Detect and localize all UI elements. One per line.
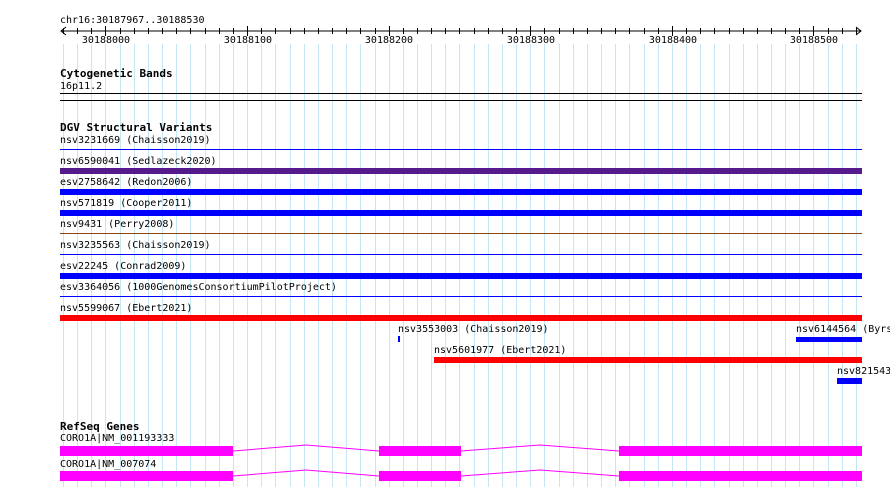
variant-label[interactable]: esv2758642 (Redon2006) <box>60 177 192 188</box>
variant-label[interactable]: nsv9431 (Perry2008) <box>60 219 174 230</box>
variant-label[interactable]: esv22245 (Conrad2009) <box>60 261 186 272</box>
variant-feature[interactable] <box>60 189 862 195</box>
variant-label[interactable]: nsv821543 <box>837 366 890 377</box>
variant-feature[interactable] <box>837 378 862 384</box>
transcript-model[interactable] <box>0 469 890 483</box>
tick-label: 30188200 <box>364 35 414 46</box>
variant-feature[interactable] <box>398 336 400 342</box>
cytoband-top-line <box>60 93 862 94</box>
variant-feature[interactable] <box>60 296 862 297</box>
variant-feature[interactable] <box>60 233 862 234</box>
variant-label[interactable]: nsv3235563 (Chaisson2019) <box>60 240 211 251</box>
variant-label[interactable]: nsv571819 (Cooper2011) <box>60 198 192 209</box>
variant-feature[interactable] <box>60 315 862 321</box>
exon <box>619 471 862 481</box>
variant-feature[interactable] <box>434 357 862 363</box>
cytoband-track-title: Cytogenetic Bands <box>60 67 173 80</box>
variant-label[interactable]: nsv5601977 (Ebert2021) <box>434 345 566 356</box>
exon <box>60 471 233 481</box>
tick-label: 30188300 <box>506 35 556 46</box>
cytoband-bottom-line <box>60 100 862 101</box>
variant-label[interactable]: nsv6144564 (Byrs <box>796 324 890 335</box>
variant-feature[interactable] <box>60 273 862 279</box>
tick-label: 30188000 <box>81 35 131 46</box>
variant-feature[interactable] <box>796 337 862 342</box>
intron <box>460 444 620 452</box>
intron <box>232 444 380 452</box>
transcript-label[interactable]: CORO1A|NM_001193333 <box>60 433 174 444</box>
variant-feature[interactable] <box>60 168 862 174</box>
exon <box>60 446 233 456</box>
variant-feature[interactable] <box>60 210 862 216</box>
exon <box>379 446 461 456</box>
tick-label: 30188500 <box>789 35 839 46</box>
cytoband-label: 16p11.2 <box>60 81 103 92</box>
intron <box>232 469 380 477</box>
intron <box>460 469 620 477</box>
refseq-track-title: RefSeq Genes <box>60 420 140 433</box>
variant-feature[interactable] <box>60 254 862 255</box>
transcript-model[interactable] <box>0 444 890 458</box>
variant-label[interactable]: esv3364056 (1000GenomesConsortiumPilotPr… <box>60 282 337 293</box>
variant-label[interactable]: nsv3553003 (Chaisson2019) <box>398 324 549 335</box>
variant-label[interactable]: nsv5599067 (Ebert2021) <box>60 303 192 314</box>
exon <box>619 446 862 456</box>
tick-label: 30188100 <box>223 35 273 46</box>
variant-feature[interactable] <box>60 149 862 150</box>
tick-label: 30188400 <box>648 35 698 46</box>
variant-label[interactable]: nsv3231669 (Chaisson2019) <box>60 135 211 146</box>
exon <box>379 471 461 481</box>
dgv-track-title: DGV Structural Variants <box>60 121 213 134</box>
variant-label[interactable]: nsv6590041 (Sedlazeck2020) <box>60 156 217 167</box>
ruler-axis <box>60 26 862 36</box>
